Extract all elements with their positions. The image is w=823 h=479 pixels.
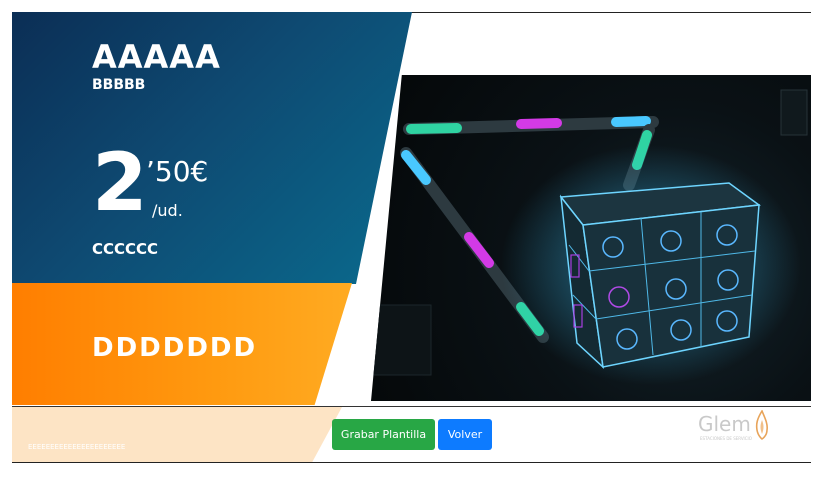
footer-divider (12, 406, 811, 407)
price-unit: /ud. (152, 201, 183, 220)
back-button[interactable]: Volver (438, 419, 492, 450)
product-title: AAAAA (92, 38, 221, 76)
bottom-rule (12, 462, 811, 463)
footer-small-text: EEEEEEEEEEEEEEEEEEEEEE (28, 443, 126, 451)
save-template-button[interactable]: Grabar Plantilla (332, 419, 435, 450)
cube-illustration (371, 89, 808, 385)
cube (559, 182, 761, 369)
logo-name: Glem (698, 412, 751, 436)
brand-logo: Glem ESTACIONES DE SERVICIO (698, 410, 773, 446)
product-line-c: CCCCCC (92, 240, 159, 258)
price-integer: 2 (92, 136, 148, 229)
product-subtitle: BBBBB (92, 77, 146, 93)
tube-top (403, 116, 659, 135)
flame-icon (755, 410, 768, 440)
price-decimal: ’50€ (146, 155, 209, 188)
footer-orange-strip (12, 407, 342, 462)
product-line-d: DDDDDDD (92, 333, 258, 363)
product-image (371, 75, 811, 401)
logo-tagline: ESTACIONES DE SERVICIO (700, 436, 752, 441)
